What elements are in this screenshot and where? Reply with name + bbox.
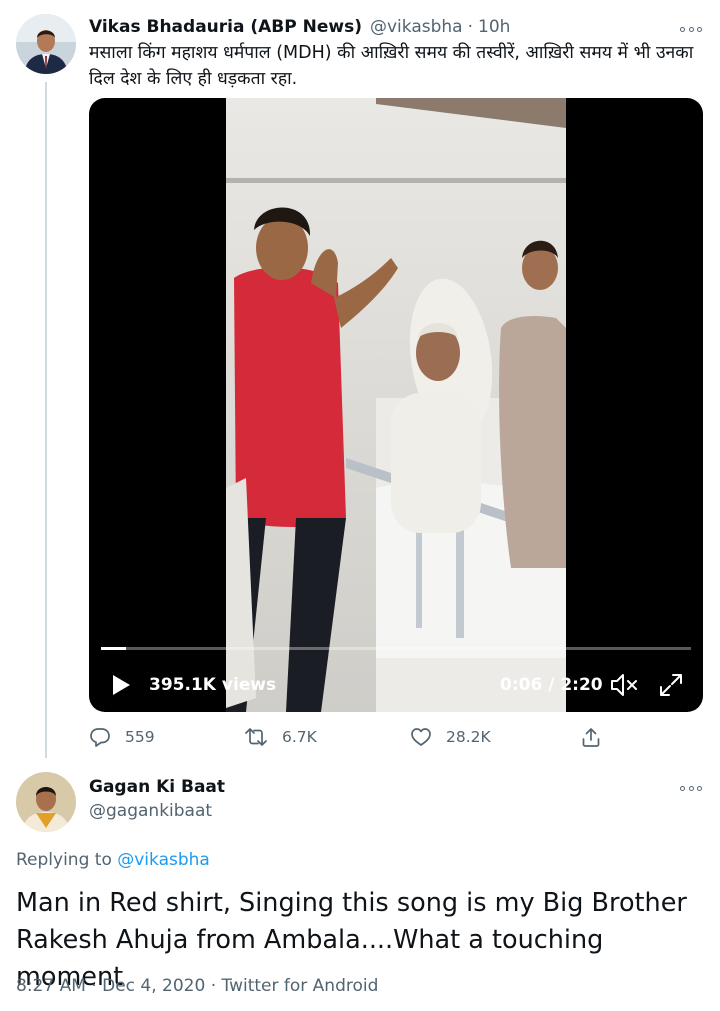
thread-connector-line: [45, 82, 47, 758]
separator-dot: ·: [467, 17, 473, 37]
video-time: 0:06 / 2:20: [500, 674, 603, 696]
tweet-meta: 8:27 AM · Dec 4, 2020 · Twitter for Andr…: [16, 976, 378, 996]
meta-separator: ·: [85, 976, 103, 996]
tweet-date[interactable]: Dec 4, 2020: [102, 976, 205, 996]
fullscreen-icon[interactable]: [658, 672, 684, 698]
replying-to: Replying to @vikasbha: [16, 850, 210, 870]
reply-author-avatar[interactable]: [16, 772, 76, 832]
retweet-button[interactable]: 6.7K: [244, 724, 317, 750]
tweet-header: Vikas Bhadauria (ABP News) @vikasbha · 1…: [89, 14, 510, 40]
video-frame: [226, 98, 566, 712]
author-avatar[interactable]: [16, 14, 76, 74]
play-icon[interactable]: [111, 674, 131, 696]
video-view-count: 395.1K views: [149, 675, 277, 695]
tweet-timestamp[interactable]: 8:27 AM: [16, 976, 86, 996]
retweet-icon: [245, 728, 267, 746]
author-name[interactable]: Vikas Bhadauria (ABP News): [89, 17, 362, 37]
meta-separator: ·: [205, 976, 222, 996]
more-icon[interactable]: [680, 24, 702, 34]
video-progress-fill: [101, 647, 127, 650]
retweet-count: 6.7K: [282, 728, 317, 746]
tweet-actions: 559 6.7K 28.2K: [89, 724, 619, 750]
reply-icon: [90, 728, 110, 747]
tweet-source[interactable]: Twitter for Android: [222, 976, 379, 996]
replying-to-prefix: Replying to: [16, 850, 118, 870]
reply-author-name[interactable]: Gagan Ki Baat: [89, 777, 225, 797]
like-button[interactable]: 28.2K: [410, 724, 491, 750]
author-handle[interactable]: @vikasbha: [370, 17, 463, 37]
share-button[interactable]: [580, 724, 616, 750]
video-elapsed: 0:06: [500, 675, 543, 695]
reply-author-handle[interactable]: @gagankibaat: [89, 801, 212, 821]
more-icon[interactable]: [680, 783, 702, 793]
video-player[interactable]: 395.1K views 0:06 / 2:20: [89, 98, 703, 712]
video-time-separator: /: [542, 675, 561, 695]
tweet-text: मसाला किंग महाशय धर्मपाल (MDH) की आख़िरी…: [89, 43, 694, 89]
replying-to-link[interactable]: @vikasbha: [117, 850, 210, 870]
video-duration: 2:20: [560, 675, 603, 695]
video-progress-bar[interactable]: [101, 647, 691, 650]
like-count: 28.2K: [446, 728, 491, 746]
like-icon: [411, 728, 431, 746]
share-icon: [582, 728, 600, 747]
tweet-time[interactable]: 10h: [478, 17, 510, 37]
reply-count: 559: [125, 728, 155, 746]
volume-muted-icon[interactable]: [609, 672, 639, 698]
reply-button[interactable]: 559: [89, 724, 155, 750]
